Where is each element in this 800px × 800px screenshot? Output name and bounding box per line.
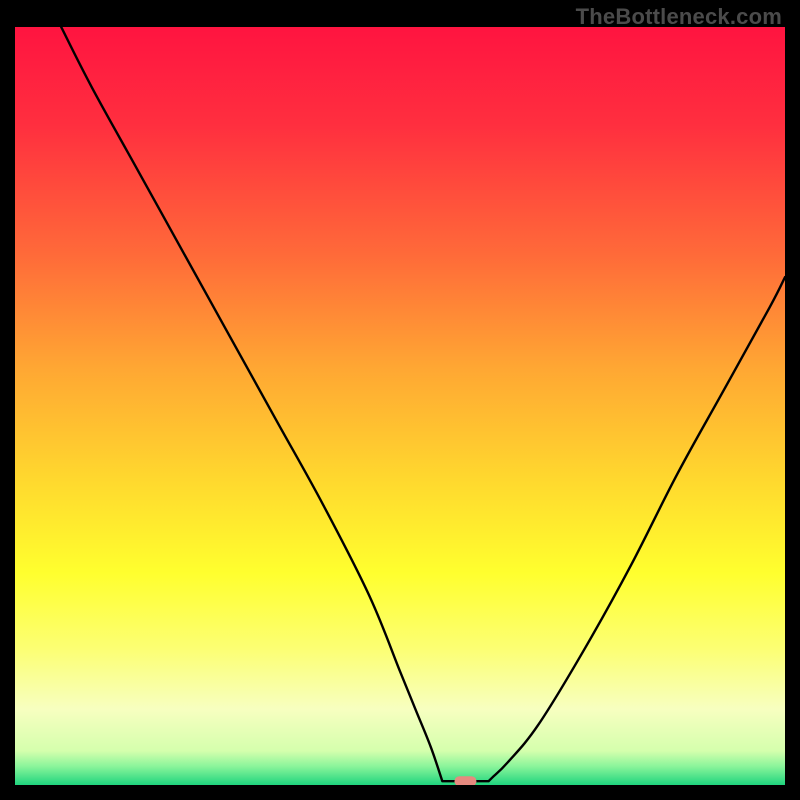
chart-frame: TheBottleneck.com <box>0 0 800 800</box>
minimum-marker <box>454 776 476 785</box>
plot-svg <box>15 27 785 785</box>
bottleneck-plot <box>15 27 785 785</box>
